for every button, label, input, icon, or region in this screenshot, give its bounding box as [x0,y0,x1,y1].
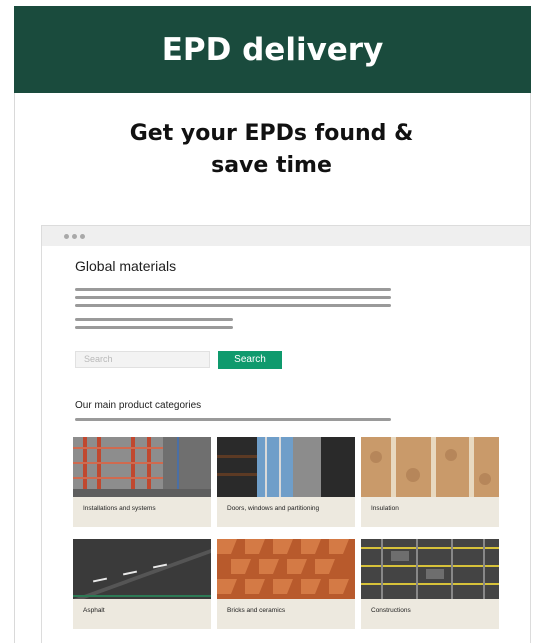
window-dot-icon [64,234,69,239]
category-card-bricks[interactable]: Bricks and ceramics [217,539,355,629]
page-title: Global materials [75,258,177,274]
category-card-constructions[interactable]: Constructions [361,539,499,629]
category-card-doors[interactable]: Doors, windows and partitioning [217,437,355,527]
header-banner: EPD delivery [14,6,531,93]
section-title: Our main product categories [75,400,202,411]
text-placeholder-line [75,304,391,307]
category-label: Installations and systems [83,505,156,512]
installations-image [73,437,211,497]
category-label: Doors, windows and partitioning [227,505,320,512]
hero-line-1: Get your EPDs found & [129,121,414,146]
frame-left-border [14,93,15,643]
category-card-installations[interactable]: Installations and systems [73,437,211,527]
insulation-image [361,437,499,497]
hero-subtitle: Get your EPDs found & save time [40,118,503,182]
bricks-image [217,539,355,599]
browser-toolbar [42,226,530,246]
text-placeholder-line [75,296,391,299]
asphalt-image [73,539,211,599]
constructions-image [361,539,499,599]
category-label: Asphalt [83,607,105,614]
search-button[interactable]: Search [218,351,282,369]
text-placeholder-line [75,288,391,291]
category-label: Constructions [371,607,411,614]
category-label: Bricks and ceramics [227,607,286,614]
browser-mockup: Global materials Search Search Our main … [41,225,531,643]
text-placeholder-line [75,418,391,421]
search-input[interactable]: Search [75,351,210,368]
window-dot-icon [72,234,77,239]
window-dot-icon [80,234,85,239]
category-card-insulation[interactable]: Insulation [361,437,499,527]
category-card-asphalt[interactable]: Asphalt [73,539,211,629]
doors-image [217,437,355,497]
text-placeholder-line [75,326,233,329]
category-label: Insulation [371,505,399,512]
header-title: EPD delivery [161,31,384,68]
hero-line-2: save time [211,153,332,178]
text-placeholder-line [75,318,233,321]
